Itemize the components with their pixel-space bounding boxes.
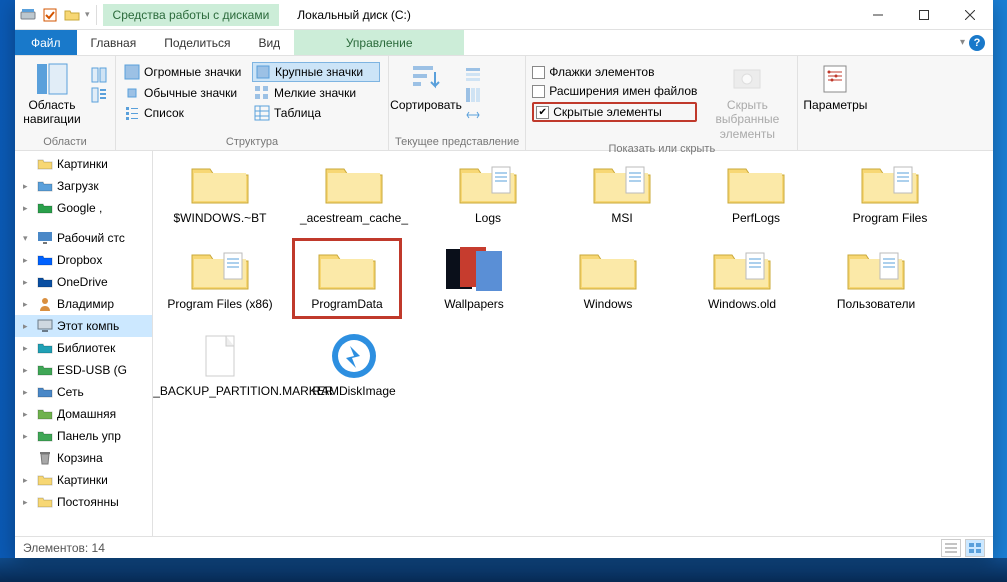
current-group-label: Текущее представление <box>395 134 519 150</box>
folder-label: ProgramData <box>311 297 382 311</box>
file-tab[interactable]: Файл <box>15 30 77 55</box>
preview-pane-button[interactable] <box>89 66 109 84</box>
details-view-icon[interactable] <box>941 539 961 557</box>
sidebar-item-13[interactable]: ▸Панель упр <box>15 425 152 447</box>
close-button[interactable] <box>947 0 993 30</box>
ribbon-group-options: Параметры <box>798 56 872 150</box>
item-count: Элементов: 14 <box>23 541 105 555</box>
large-view-icon[interactable] <box>965 539 985 557</box>
list-button[interactable]: Список <box>122 104 250 122</box>
item-checkboxes-toggle[interactable]: Флажки элементов <box>532 64 697 80</box>
folder-content[interactable]: $WINDOWS.~BT _acestream_cache_ Logs MSI Perf… <box>153 151 993 536</box>
sidebar-item-2[interactable]: ▸Google , <box>15 197 152 219</box>
folder-item[interactable]: _acestream_cache_ <box>299 159 409 225</box>
sidebar-item-7[interactable]: ▸Владимир <box>15 293 152 315</box>
folder-item[interactable]: MSI <box>567 159 677 225</box>
folder-label: Wallpapers <box>444 297 504 311</box>
sidebar-item-5[interactable]: ▸Dropbox <box>15 249 152 271</box>
small-icons-button[interactable]: Мелкие значки <box>252 84 380 102</box>
taskbar[interactable] <box>0 558 1007 582</box>
panes-group-label: Области <box>21 134 109 150</box>
layout-group-label: Структура <box>122 134 382 150</box>
ribbon-collapse-icon[interactable]: ▾ <box>960 37 965 48</box>
folder-small-icon[interactable] <box>63 6 81 24</box>
folder-item[interactable]: Wallpapers <box>419 245 529 311</box>
help-icon[interactable]: ? <box>969 35 985 51</box>
sidebar-item-10[interactable]: ▸ESD-USB (G <box>15 359 152 381</box>
nav-pane-label: Область навигации <box>21 98 83 127</box>
folder-item[interactable]: Program Files (x86) <box>165 245 275 311</box>
home-tab[interactable]: Главная <box>77 30 151 55</box>
ribbon: Область навигации Области Огромные значк… <box>15 56 993 151</box>
folder-item[interactable]: RAMDiskImage <box>299 332 409 398</box>
file-extensions-toggle[interactable]: Расширения имен файлов <box>532 83 697 99</box>
hide-selected-button: Скрыть выбранные элементы <box>703 62 791 141</box>
sidebar-item-9[interactable]: ▸Библиотек <box>15 337 152 359</box>
huge-icons-button[interactable]: Огромные значки <box>122 62 250 82</box>
fit-columns-button[interactable] <box>463 106 483 124</box>
sidebar-item-16[interactable]: ▸Постоянны <box>15 491 152 513</box>
folder-label: Logs <box>475 211 501 225</box>
folder-label: Program Files (x86) <box>167 297 272 311</box>
drive-icon <box>19 6 37 24</box>
options-button[interactable]: Параметры <box>804 62 866 112</box>
group-by-button[interactable] <box>463 66 483 84</box>
explorer-window: ▾ Средства работы с дисками Локальный ди… <box>15 0 993 558</box>
sidebar-item-4[interactable]: ▾Рабочий стс <box>15 227 152 249</box>
minimize-button[interactable] <box>855 0 901 30</box>
navigation-pane-button[interactable]: Область навигации <box>21 62 83 127</box>
statusbar: Элементов: 14 <box>15 536 993 558</box>
disk-tools-tab[interactable]: Средства работы с дисками <box>103 4 280 26</box>
add-columns-button[interactable] <box>463 86 483 104</box>
folder-item[interactable]: Windows.old <box>687 245 797 311</box>
titlebar: ▾ Средства работы с дисками Локальный ди… <box>15 0 993 30</box>
qat-dropdown-icon[interactable]: ▾ <box>85 9 90 20</box>
sidebar-item-11[interactable]: ▸Сеть <box>15 381 152 403</box>
sidebar-item-12[interactable]: ▸Домашняя <box>15 403 152 425</box>
ribbon-group-current: Сортировать Текущее представление <box>389 56 526 150</box>
view-tab[interactable]: Вид <box>244 30 294 55</box>
folder-label: _acestream_cache_ <box>300 211 408 225</box>
sidebar-item-14[interactable]: Корзина <box>15 447 152 469</box>
checkbox-icon[interactable] <box>41 6 59 24</box>
ribbon-group-show: Флажки элементов Расширения имен файлов … <box>526 56 798 150</box>
manage-tab[interactable]: Управление <box>294 30 464 55</box>
quick-access-toolbar: ▾ <box>15 5 103 25</box>
folder-label: PerfLogs <box>732 211 780 225</box>
sidebar-item-8[interactable]: ▸Этот компь <box>15 315 152 337</box>
folder-item[interactable]: Program Files <box>835 159 945 225</box>
main-area: Картинки▸Загрузк▸Google , ▾Рабочий стс▸Dr… <box>15 151 993 536</box>
folder-label: $WINDOWS.~BT <box>173 211 266 225</box>
maximize-button[interactable] <box>901 0 947 30</box>
ribbon-group-panes: Область навигации Области <box>15 56 116 150</box>
folder-label: MSI <box>611 211 632 225</box>
folder-item[interactable]: Пользователи <box>821 245 931 311</box>
folder-item[interactable]: Logs <box>433 159 543 225</box>
menubar: Файл Главная Поделиться Вид Управление ▾… <box>15 30 993 56</box>
folder-label: RAMDiskImage <box>312 384 395 398</box>
ribbon-group-layout: Огромные значки Крупные значки Обычные з… <box>116 56 389 150</box>
folder-item[interactable]: ProgramData <box>292 238 402 318</box>
folder-item[interactable]: $WINDOWS.~BT <box>165 159 275 225</box>
hidden-items-toggle[interactable]: ✔Скрытые элементы <box>532 102 697 122</box>
folder-label: Windows.old <box>708 297 776 311</box>
table-button[interactable]: Таблица <box>252 104 380 122</box>
folder-label: Windows <box>584 297 633 311</box>
sidebar-item-15[interactable]: ▸Картинки <box>15 469 152 491</box>
folder-label: Program Files <box>853 211 928 225</box>
folder-item[interactable]: Windows <box>553 245 663 311</box>
folder-item[interactable]: $WINRE_BACKUP_PARTITION.MARKER <box>165 332 275 398</box>
normal-icons-button[interactable]: Обычные значки <box>122 84 250 102</box>
share-tab[interactable]: Поделиться <box>150 30 244 55</box>
details-pane-button[interactable] <box>89 86 109 104</box>
window-title: Локальный диск (C:) <box>279 8 429 22</box>
navigation-sidebar[interactable]: Картинки▸Загрузк▸Google , ▾Рабочий стс▸Dr… <box>15 151 153 536</box>
large-icons-button[interactable]: Крупные значки <box>252 62 380 82</box>
folder-item[interactable]: PerfLogs <box>701 159 811 225</box>
sidebar-item-6[interactable]: ▸OneDrive <box>15 271 152 293</box>
folder-label: Пользователи <box>837 297 915 311</box>
sort-button[interactable]: Сортировать <box>395 62 457 112</box>
sidebar-item-1[interactable]: ▸Загрузк <box>15 175 152 197</box>
sidebar-item-0[interactable]: Картинки <box>15 153 152 175</box>
